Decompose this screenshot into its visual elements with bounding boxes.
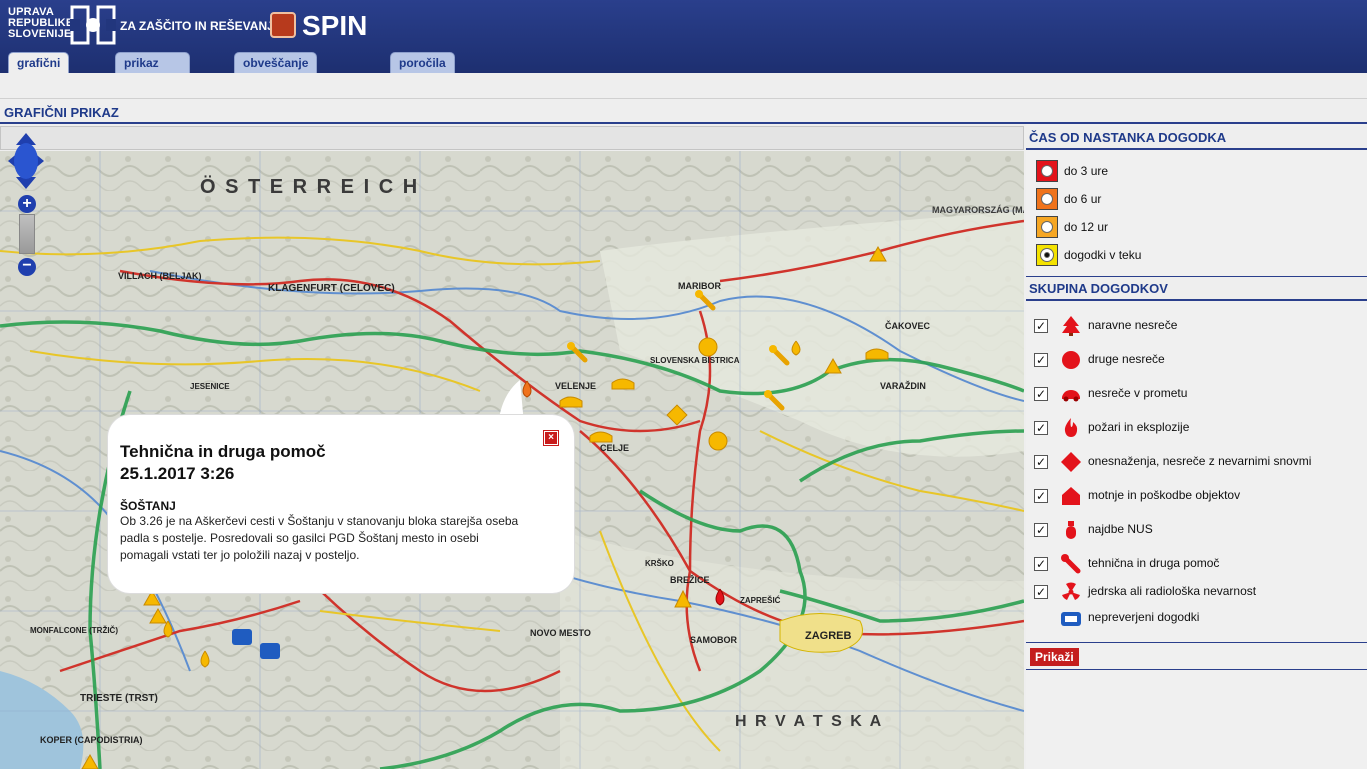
tab-obvescanje[interactable]: obveščanje o dogodkih xyxy=(234,52,318,90)
time-legend-label: dogodki v teku xyxy=(1064,248,1142,262)
group-label: tehnična in druga pomoč xyxy=(1088,556,1220,570)
org-logo-text: UPRAVA REPUBLIKE SLOVENIJE xyxy=(8,7,73,40)
tab-porocila[interactable]: poročila xyxy=(390,52,455,73)
popup-datetime: 25.1.2017 3:26 xyxy=(120,464,235,483)
map-label-zagreb: ZAGREB xyxy=(805,630,852,642)
event-marker-circle xyxy=(698,337,718,357)
time-legend-label: do 3 ure xyxy=(1064,164,1109,178)
checkbox-jedrska[interactable]: ✓ xyxy=(1034,585,1048,599)
group-label: motnje in poškodbe objektov xyxy=(1088,488,1241,502)
checkbox-tehnicna[interactable]: ✓ xyxy=(1034,557,1048,571)
popup-description: Ob 3.26 je na Aškerčevi cesti v Šoštanju… xyxy=(120,514,519,562)
tree-icon xyxy=(1062,316,1080,336)
checkbox-motnje[interactable]: ✓ xyxy=(1034,489,1048,503)
map-label-monfalcone: MONFALCONE (TRŽIČ) xyxy=(30,626,118,635)
map-label-trieste: TRIESTE (TRST) xyxy=(80,693,158,704)
show-button[interactable]: Prikaži xyxy=(1030,648,1079,666)
org-subtitle: ZA ZAŠČITO IN REŠEVANJE xyxy=(120,19,282,33)
grenade-icon xyxy=(1066,521,1076,539)
spin-logo-icon xyxy=(270,12,296,38)
fire-icon xyxy=(1064,418,1078,437)
group-label: požari in eksplozije xyxy=(1088,420,1190,434)
map-label-zapresic: ZAPREŠIĆ xyxy=(740,596,781,605)
map-label-klagenfurt: KLAGENFURT (CELOVEC) xyxy=(268,283,395,294)
event-marker-phone xyxy=(232,629,252,645)
checkbox-onesnazenja[interactable]: ✓ xyxy=(1034,455,1048,469)
event-popup: × Tehnična in druga pomoč 25.1.2017 3:26… xyxy=(108,415,574,593)
circle-icon xyxy=(1062,351,1080,369)
group-label: naravne nesreče xyxy=(1088,318,1178,332)
map-label-koper: KOPER (CAPODISTRIA) xyxy=(40,735,143,745)
group-legend-title: SKUPINA DOGODKOV xyxy=(1026,277,1367,301)
time-6h-icon xyxy=(1036,188,1058,210)
time-12h-icon xyxy=(1036,216,1058,238)
map-label-jesenice: JESENICE xyxy=(190,382,230,391)
group-label: druge nesreče xyxy=(1088,352,1165,366)
app-header: UPRAVA REPUBLIKE SLOVENIJE ZA ZAŠČITO IN… xyxy=(0,0,1367,90)
phone-icon xyxy=(1061,612,1081,626)
map-label-maribor: MARIBOR xyxy=(678,281,721,291)
map-toolbar xyxy=(0,126,1024,150)
time-legend-label: do 12 ur xyxy=(1064,220,1109,234)
group-label: najdbe NUS xyxy=(1088,522,1153,536)
map-label-varazdin: VARAŽDIN xyxy=(880,380,926,391)
checkbox-nus[interactable]: ✓ xyxy=(1034,523,1048,537)
map-label-samobor: SAMOBOR xyxy=(690,635,738,645)
zoom-slider[interactable] xyxy=(19,214,35,254)
diamond-icon xyxy=(1061,452,1081,472)
urszr-logo-icon xyxy=(70,5,116,45)
map-label-brezice: BREŽICE xyxy=(670,574,710,585)
group-label: nepreverjeni dogodki xyxy=(1088,610,1200,624)
map-label-cakovec: ČAKOVEC xyxy=(885,320,931,331)
zoom-out-button[interactable]: − xyxy=(18,258,36,276)
tab-graficni-prikaz[interactable]: grafični prikaz xyxy=(8,52,70,90)
map-label-osterreich: Ö S T E R R E I C H xyxy=(200,175,419,198)
legend-divider xyxy=(1026,642,1367,643)
legend-panel: ČAS OD NASTANKA DOGODKA do 3 ure do 6 ur… xyxy=(1026,124,1367,769)
map-label-hrvatska: H R V A T S K A xyxy=(735,713,883,730)
sub-toolbar xyxy=(0,73,1367,99)
checkbox-pozari[interactable]: ✓ xyxy=(1034,421,1048,435)
popup-place: ŠOŠTANJ xyxy=(120,499,176,513)
group-label: nesreče v prometu xyxy=(1088,386,1188,400)
time-legend-title: ČAS OD NASTANKA DOGODKA xyxy=(1026,126,1367,150)
event-marker-circle xyxy=(708,431,728,451)
car-icon xyxy=(1062,390,1080,402)
close-icon[interactable]: × xyxy=(544,431,558,445)
ongoing-icon xyxy=(1036,244,1058,266)
tab-prikaz-dogodkov[interactable]: prikaz dogodkov xyxy=(115,52,191,90)
map-label-villach: VILLACH (BELJAK) xyxy=(118,271,202,281)
map-label-celje: CELJE xyxy=(600,443,629,453)
wrench-icon xyxy=(1061,554,1081,574)
org-line-3: SLOVENIJE xyxy=(8,28,72,40)
popup-title: Tehnična in druga pomoč xyxy=(120,442,326,461)
checkbox-druge[interactable]: ✓ xyxy=(1034,353,1048,367)
app-name: SPIN xyxy=(302,10,368,41)
checkbox-promet[interactable]: ✓ xyxy=(1034,387,1048,401)
group-label: onesnaženja, nesreče z nevarnimi snovmi xyxy=(1088,454,1312,468)
zoom-in-button[interactable]: + xyxy=(18,195,36,213)
map-label-slovenska-bistrica: SLOVENSKA BISTRICA xyxy=(650,356,740,365)
house-icon xyxy=(1062,487,1080,505)
time-legend-label: do 6 ur xyxy=(1064,192,1102,206)
map-label-magyarorszag: MAGYARORSZÁG (MADŽARSKA) xyxy=(932,204,1024,215)
pan-arrows-icon[interactable] xyxy=(8,133,44,189)
time-3h-icon xyxy=(1036,160,1058,182)
map-label-krsko: KRŠKO xyxy=(645,559,674,568)
checkbox-naravne[interactable]: ✓ xyxy=(1034,319,1048,333)
radiation-icon xyxy=(1062,582,1080,600)
map-label-velenje: VELENJE xyxy=(555,381,596,391)
event-marker-phone xyxy=(260,643,280,659)
page-title: GRAFIČNI PRIKAZ xyxy=(4,105,119,120)
map-label-novo-mesto: NOVO MESTO xyxy=(530,628,591,638)
legend-divider xyxy=(1026,669,1367,670)
group-label: jedrska ali radiološka nevarnost xyxy=(1088,584,1257,598)
